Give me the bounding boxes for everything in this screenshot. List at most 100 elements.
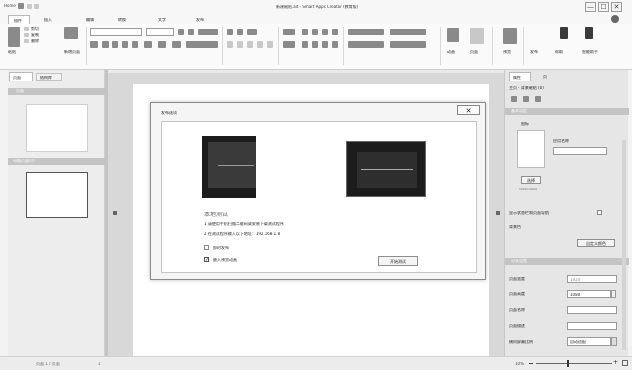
choose-icon-button[interactable]: 选择 [521,176,541,184]
underline-icon[interactable] [122,41,128,48]
tab-pages[interactable]: 页面 [9,72,33,81]
cut-label[interactable]: 剪切 [31,27,39,31]
page-description-input[interactable] [567,322,617,330]
new-page-icon[interactable] [64,27,78,39]
smart-assistant-icon[interactable] [585,27,593,39]
grow-font-icon[interactable] [178,29,184,35]
gear-icon[interactable] [523,96,529,102]
collapse-right-icon[interactable] [496,211,500,215]
tab-convert[interactable]: 转换 [118,18,126,22]
tablet-device-icon[interactable] [202,136,256,198]
animation-icon[interactable] [447,28,459,42]
animation-list-icon[interactable] [390,29,426,35]
same-width-icon[interactable] [322,41,328,48]
custom-color-button[interactable]: 自定义颜色 [577,239,615,247]
font-name-select[interactable] [90,28,142,36]
height-stepper[interactable] [611,290,616,298]
align-objects-icon[interactable] [302,29,308,35]
statusbar-checkbox[interactable] [597,210,602,215]
note-icon[interactable] [348,41,384,48]
format-painter-icon[interactable] [90,41,98,48]
save-icon[interactable] [18,3,24,9]
tab-text[interactable]: 文字 [158,18,166,22]
italic-icon[interactable] [112,41,118,48]
chevron-down-icon[interactable] [611,337,617,346]
master-section-header[interactable]: 母版页面(0) [8,158,105,165]
tab-edit[interactable]: 编辑 [86,18,94,22]
page-width-input[interactable]: 1920 [567,275,617,283]
distributed-icon[interactable] [267,41,273,48]
zoom-in-icon[interactable]: + [613,360,618,366]
align-center-icon[interactable] [237,41,243,48]
pages-section-header[interactable]: 页面 [8,88,105,95]
page-height-input[interactable]: 1080 [567,290,611,298]
fit-page-icon[interactable] [622,360,628,366]
group-icon[interactable] [283,41,295,48]
app-name-input[interactable] [553,147,607,155]
embed-preview-checkbox[interactable]: ✓ [204,257,209,263]
redo-icon[interactable] [34,4,39,9]
delete-icon[interactable] [24,39,29,43]
arrange-icon[interactable] [283,29,295,35]
close-window-button[interactable]: ✕ [611,2,622,12]
text-color-icon[interactable] [144,41,152,48]
app-icon-preview[interactable] [517,130,545,168]
tab-insert[interactable]: 插入 [44,18,52,22]
dialog-close-button[interactable]: ✕ [457,105,480,115]
copy-icon[interactable] [24,33,29,37]
basic-section-header[interactable]: 基本设定 [505,108,629,115]
align-top-icon[interactable] [312,29,318,35]
tab-home[interactable]: 插件 [8,15,30,24]
publish-icon[interactable] [560,27,568,39]
maximize-button[interactable]: ☐ [598,2,609,12]
app-menu-label[interactable]: Home [4,4,16,8]
page-settings-icon[interactable] [470,28,484,44]
page-icon[interactable] [511,96,517,102]
preview-icon[interactable] [503,28,517,44]
start-test-button[interactable]: 开始测试 [378,256,418,266]
line-spacing-icon[interactable] [247,29,257,35]
panel-scrollbar[interactable] [622,140,626,350]
shrink-font-icon[interactable] [188,29,194,35]
align-right-icon[interactable] [247,41,253,48]
tab-structure[interactable]: 结构库 [36,73,62,81]
collapse-left-icon[interactable] [113,211,117,215]
link-icon[interactable] [535,96,541,102]
zoom-out-icon[interactable] [529,363,533,364]
page-name-input[interactable] [567,306,617,314]
distribute-h-icon[interactable] [302,41,308,48]
text-effect-icon[interactable] [186,41,218,48]
align-left-icon[interactable] [227,41,233,48]
minimize-button[interactable]: — [585,2,596,12]
tab-properties[interactable]: 属性 [509,72,531,81]
justify-icon[interactable] [257,41,263,48]
orientation-select[interactable]: 自动适配 [567,337,611,346]
paste-icon[interactable] [8,27,20,47]
help-icon[interactable] [611,15,619,23]
tab-page[interactable]: 页 [543,75,547,79]
same-height-icon[interactable] [332,41,338,48]
distribute-v-icon[interactable] [312,41,318,48]
delete-label[interactable]: 删除 [31,39,39,43]
master-thumbnail[interactable] [26,172,88,218]
align-bottom-icon[interactable] [332,29,338,35]
page-thumbnail[interactable] [26,104,88,152]
numbering-icon[interactable] [237,29,243,35]
bullets-icon[interactable] [227,29,233,35]
align-middle-icon[interactable] [322,29,328,35]
bold-icon[interactable] [102,41,109,48]
share-section-header[interactable]: 分享设置 [505,258,629,265]
trigger-icon[interactable] [390,41,426,48]
undo-icon[interactable] [27,4,32,9]
hyperlink-icon[interactable] [348,29,384,35]
strikethrough-icon[interactable] [132,41,138,48]
copy-label[interactable]: 复制 [31,33,39,37]
tab-publish[interactable]: 发布 [196,18,204,22]
cut-icon[interactable] [24,27,29,31]
clear-format-icon[interactable] [198,29,218,35]
zoom-slider-thumb[interactable] [567,360,569,367]
border-icon[interactable] [172,41,181,48]
font-size-select[interactable] [146,28,174,36]
instant-publish-checkbox[interactable] [204,245,209,250]
desktop-device-icon[interactable] [346,141,426,197]
